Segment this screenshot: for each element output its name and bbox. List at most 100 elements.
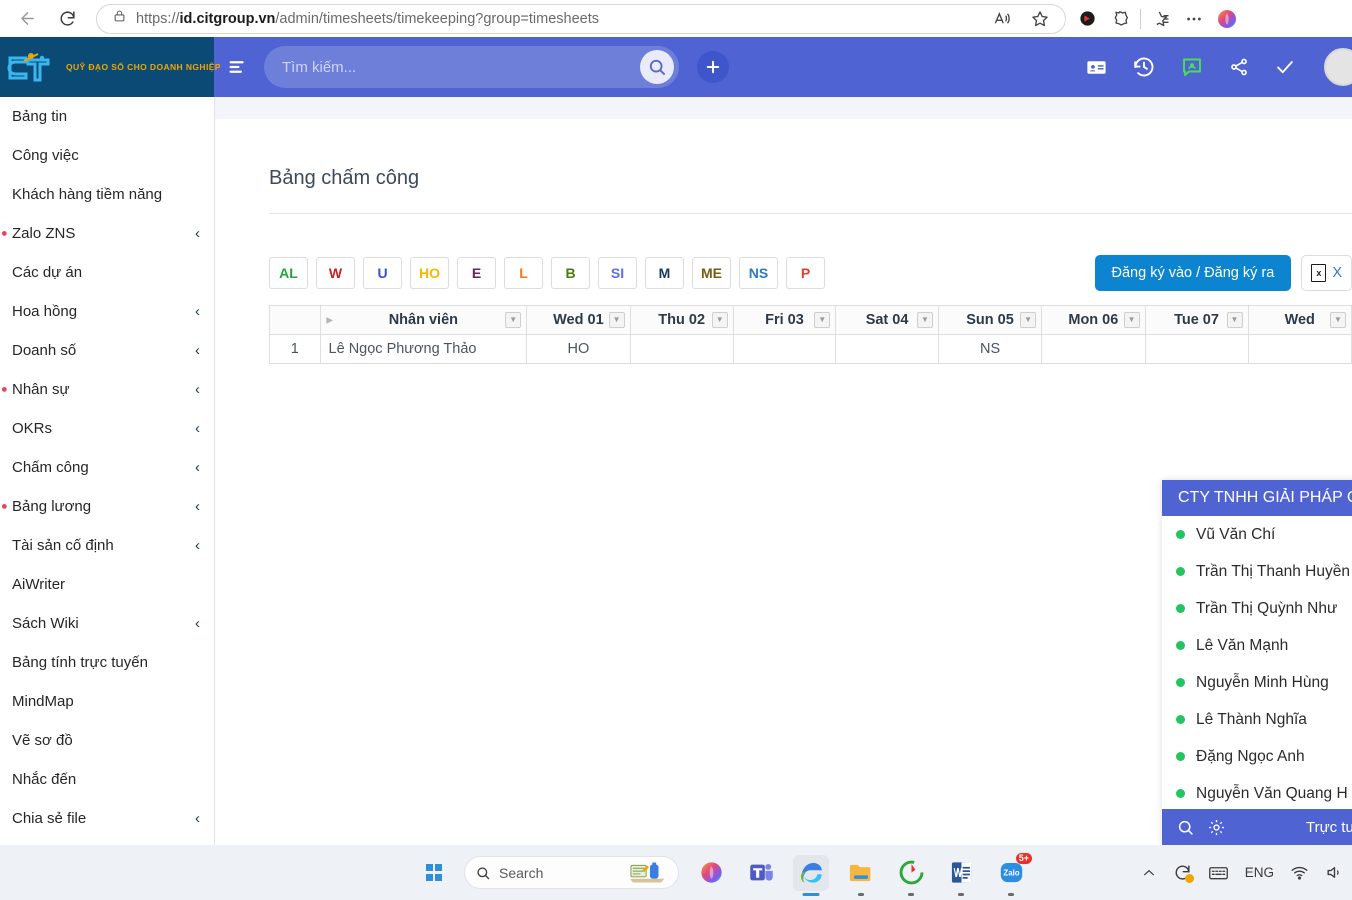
legend-button-e[interactable]: E: [457, 257, 496, 289]
browser-essentials-icon[interactable]: [1074, 6, 1100, 32]
avatar[interactable]: [1324, 48, 1352, 86]
sort-caret-icon[interactable]: ▶: [327, 316, 333, 325]
legend-button-w[interactable]: W: [316, 257, 355, 289]
sidebar-item-17[interactable]: Nhắc đến: [0, 760, 214, 799]
online-user-item[interactable]: Trần Thị Quỳnh Như: [1162, 590, 1352, 627]
edge-icon[interactable]: [793, 854, 829, 896]
sync-icon[interactable]: [1173, 863, 1194, 883]
global-search[interactable]: [264, 46, 679, 88]
split-screen-icon[interactable]: [1107, 6, 1133, 32]
column-filter-icon[interactable]: ▼: [505, 312, 522, 328]
search-icon[interactable]: [1176, 818, 1195, 837]
sidebar-item-3[interactable]: ● Zalo ZNS ‹: [0, 214, 214, 253]
chevron-left-icon[interactable]: ‹: [195, 811, 200, 826]
sidebar-item-8[interactable]: OKRs ‹: [0, 409, 214, 448]
read-aloud-icon[interactable]: [989, 6, 1015, 32]
share-icon[interactable]: [1228, 56, 1250, 78]
gear-icon[interactable]: [1207, 818, 1226, 837]
online-user-item[interactable]: Trần Thị Thanh Huyền: [1162, 553, 1352, 590]
sidebar-item-0[interactable]: Bảng tin: [0, 97, 214, 136]
zalo-icon[interactable]: Zalo 5+: [993, 852, 1032, 896]
sidebar-item-4[interactable]: Các dự án: [0, 253, 214, 292]
column-header-7[interactable]: Mon 06 ▼: [1041, 305, 1146, 335]
legend-button-me[interactable]: ME: [692, 257, 731, 289]
brand-logo[interactable]: QUỸ ĐẠO SỐ CHO DOANH NGHIỆP: [0, 37, 220, 97]
check-icon[interactable]: [1274, 56, 1296, 78]
chevron-left-icon[interactable]: ‹: [195, 343, 200, 358]
sidebar-item-5[interactable]: Hoa hồng ‹: [0, 292, 214, 331]
copilot-icon[interactable]: [1214, 6, 1240, 32]
column-header-1[interactable]: ▶ Nhân viên ▼: [319, 305, 528, 335]
reload-icon[interactable]: [50, 2, 84, 36]
taskbar-search-input[interactable]: Search: [464, 856, 679, 889]
chevron-left-icon[interactable]: ‹: [195, 499, 200, 514]
windows-start-icon[interactable]: [418, 857, 450, 889]
word-icon[interactable]: [943, 855, 979, 896]
sidebar-item-7[interactable]: ● Nhân sự ‹: [0, 370, 214, 409]
keyboard-icon[interactable]: [1208, 864, 1229, 882]
column-header-2[interactable]: Wed 01 ▼: [526, 305, 631, 335]
column-filter-icon[interactable]: ▼: [1226, 312, 1243, 328]
add-button[interactable]: [697, 51, 729, 83]
chevron-left-icon[interactable]: ‹: [195, 460, 200, 475]
chevron-left-icon[interactable]: ‹: [195, 226, 200, 241]
star-icon[interactable]: [1027, 6, 1053, 32]
chevron-left-icon[interactable]: ‹: [195, 421, 200, 436]
legend-button-l[interactable]: L: [504, 257, 543, 289]
sidebar-item-13[interactable]: Sách Wiki ‹: [0, 604, 214, 643]
sidebar-item-15[interactable]: MindMap: [0, 682, 214, 721]
sidebar-item-6[interactable]: Doanh số ‹: [0, 331, 214, 370]
online-user-item[interactable]: Lê Văn Mạnh: [1162, 627, 1352, 664]
online-user-item[interactable]: Lê Thành Nghĩa: [1162, 701, 1352, 738]
misa-icon[interactable]: [893, 855, 929, 896]
copilot-icon[interactable]: [693, 855, 729, 891]
search-input[interactable]: [282, 58, 640, 76]
column-header-8[interactable]: Tue 07 ▼: [1144, 305, 1249, 335]
sidebar-item-12[interactable]: AiWriter: [0, 565, 214, 604]
history-clock-icon[interactable]: [1132, 55, 1156, 79]
attendance-cell[interactable]: HO: [526, 334, 631, 364]
chat-bubble-icon[interactable]: [1180, 55, 1204, 79]
chevron-left-icon[interactable]: ‹: [195, 616, 200, 631]
file-explorer-icon[interactable]: [843, 855, 879, 896]
legend-button-ho[interactable]: HO: [410, 257, 449, 289]
attendance-cell[interactable]: NS: [937, 334, 1043, 364]
legend-button-u[interactable]: U: [363, 257, 402, 289]
chevron-up-icon[interactable]: [1141, 865, 1157, 881]
column-header-4[interactable]: Fri 03 ▼: [732, 305, 837, 335]
column-header-6[interactable]: Sun 05 ▼: [937, 305, 1043, 335]
online-user-item[interactable]: Vũ Văn Chí: [1162, 516, 1352, 553]
language-indicator[interactable]: ENG: [1245, 865, 1274, 880]
legend-button-m[interactable]: M: [645, 257, 684, 289]
legend-button-ns[interactable]: NS: [739, 257, 778, 289]
timesheet-table-wrapper[interactable]: ▶ Nhân viên ▼ Wed 01 ▼ Thu 02 ▼ Fri 03 ▼ Sat 04 ▼ S…: [269, 305, 1352, 365]
sidebar-item-16[interactable]: Vẽ sơ đồ: [0, 721, 214, 760]
wifi-icon[interactable]: [1290, 863, 1309, 882]
attendance-cell[interactable]: [629, 334, 734, 364]
sidebar-item-9[interactable]: Chấm công ‹: [0, 448, 214, 487]
column-filter-icon[interactable]: ▼: [1123, 312, 1140, 328]
back-arrow-icon[interactable]: [10, 2, 44, 36]
attendance-cell[interactable]: [1247, 334, 1352, 364]
chevron-left-icon[interactable]: ‹: [195, 382, 200, 397]
employee-name-cell[interactable]: Lê Ngọc Phương Thảo: [319, 334, 528, 364]
checkin-checkout-button[interactable]: Đăng ký vào / Đăng ký ra: [1094, 255, 1292, 291]
legend-button-b[interactable]: B: [551, 257, 590, 289]
column-header-3[interactable]: Thu 02 ▼: [629, 305, 734, 335]
column-filter-icon[interactable]: ▼: [711, 312, 728, 328]
column-filter-icon[interactable]: ▼: [814, 312, 831, 328]
column-filter-icon[interactable]: ▼: [1020, 312, 1037, 328]
export-excel-button[interactable]: x X: [1301, 255, 1352, 291]
legend-button-p[interactable]: P: [786, 257, 825, 289]
attendance-cell[interactable]: [1041, 334, 1146, 364]
volume-icon[interactable]: [1325, 863, 1344, 882]
sidebar-item-1[interactable]: Công việc: [0, 136, 214, 175]
chevron-left-icon[interactable]: ‹: [195, 538, 200, 553]
hamburger-menu-icon[interactable]: [214, 57, 260, 77]
url-bar[interactable]: https://id.citgroup.vn/admin/timesheets/…: [96, 3, 1066, 34]
column-header-0[interactable]: [269, 305, 321, 335]
column-header-5[interactable]: Sat 04 ▼: [835, 305, 939, 335]
teams-icon[interactable]: [743, 855, 779, 891]
more-options-icon[interactable]: [1181, 6, 1207, 32]
sidebar-item-2[interactable]: Khách hàng tiềm năng: [0, 175, 214, 214]
